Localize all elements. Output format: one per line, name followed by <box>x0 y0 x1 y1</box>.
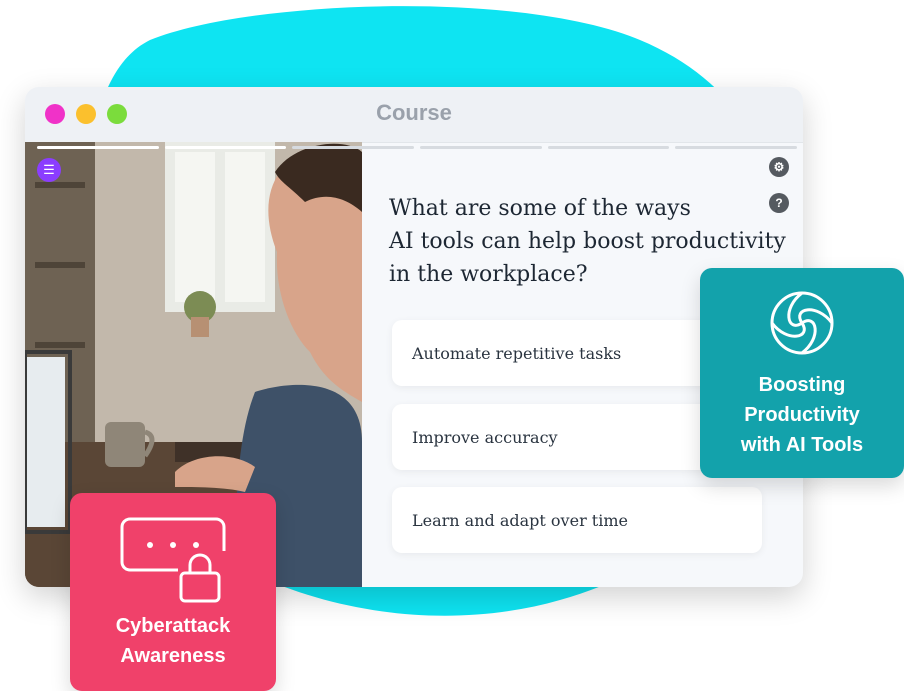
aperture-icon <box>770 291 834 355</box>
password-lock-icon <box>120 517 226 603</box>
progress-segment <box>292 146 415 149</box>
course-card-boosting-productivity[interactable]: Boosting Productivity with AI Tools <box>700 268 904 478</box>
question-line: What are some of the ways <box>389 196 691 221</box>
gear-icon[interactable]: ⚙ <box>769 157 789 177</box>
menu-icon[interactable]: ☰ <box>37 158 61 182</box>
progress-bar <box>37 146 798 150</box>
progress-segment <box>420 146 542 149</box>
card-title-line: Productivity <box>744 404 860 426</box>
progress-segment <box>37 146 159 149</box>
progress-segment <box>164 146 287 149</box>
card-title: Cyberattack Awareness <box>70 611 276 671</box>
card-title-line: Cyberattack <box>115 615 231 637</box>
answer-option[interactable]: Learn and adapt over time <box>392 487 762 553</box>
title-bar: Course <box>25 87 803 143</box>
window-title: Course <box>376 100 452 125</box>
card-title-line: Boosting <box>758 374 846 396</box>
course-card-cyberattack-awareness[interactable]: Cyberattack Awareness <box>70 493 276 691</box>
card-title-line: Awareness <box>120 645 226 667</box>
card-title: Boosting Productivity with AI Tools <box>700 370 904 460</box>
card-title-line: with AI Tools <box>740 434 864 456</box>
progress-segment <box>547 146 670 149</box>
question-line: AI tools can help boost productivity <box>389 229 786 254</box>
progress-segment <box>675 146 798 149</box>
